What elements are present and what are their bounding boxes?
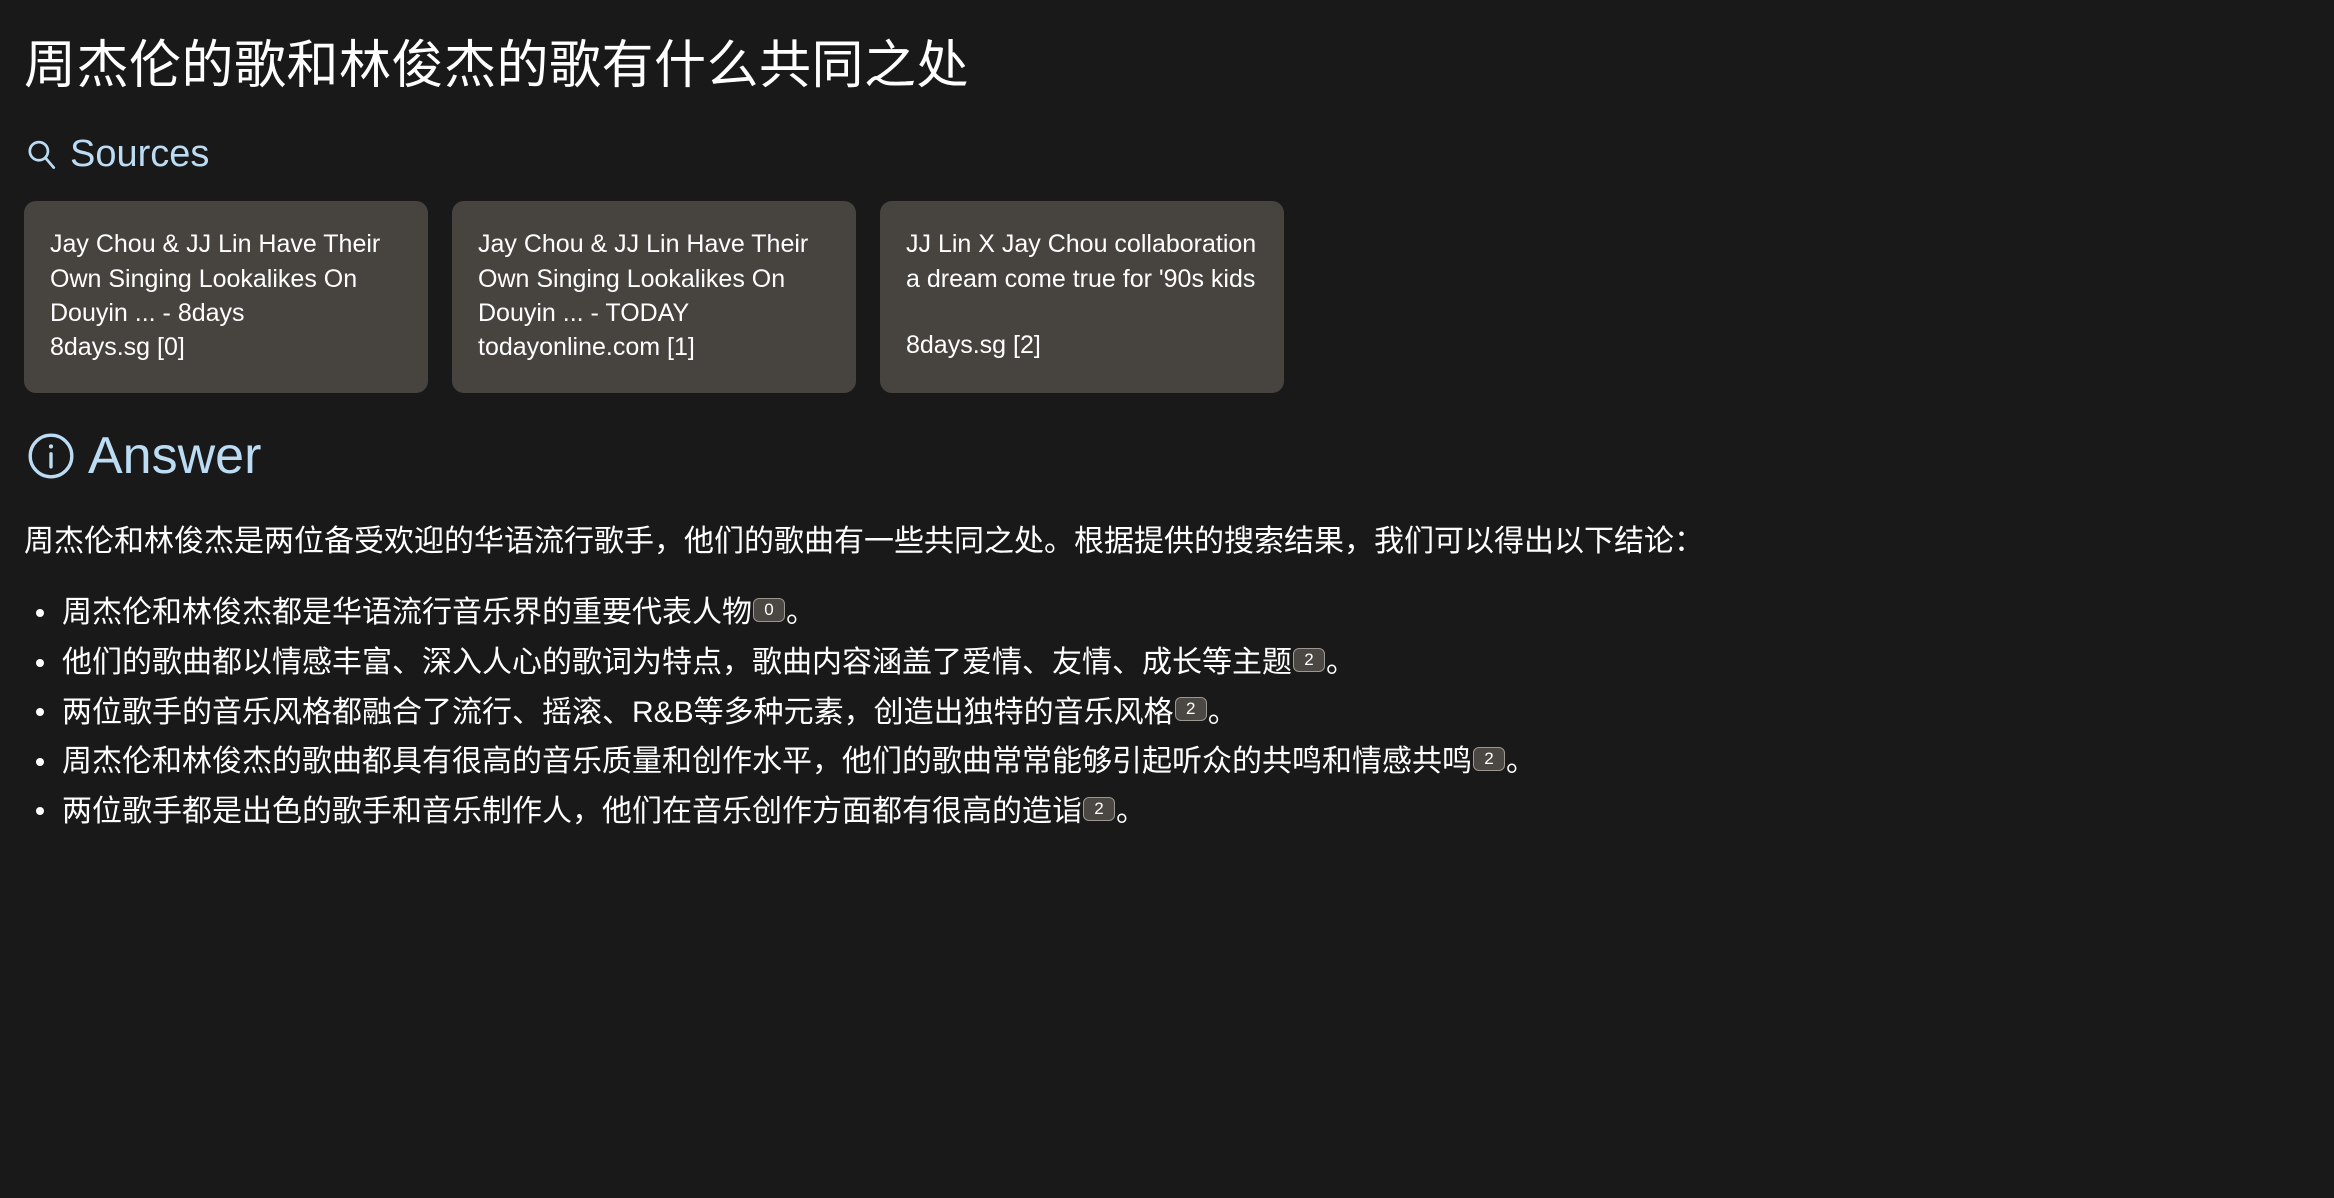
info-circle-icon [24, 429, 78, 483]
bullet-text: 周杰伦和林俊杰的歌曲都具有很高的音乐质量和创作水平，他们的歌曲常常能够引起听众的… [62, 745, 1472, 779]
source-card-meta: 8days.sg [2] [906, 330, 1041, 359]
sources-section-label: Sources [70, 133, 210, 176]
citation-badge[interactable]: 2 [1174, 697, 1207, 722]
answer-bullet-item: 周杰伦和林俊杰的歌曲都具有很高的音乐质量和创作水平，他们的歌曲常常能够引起听众的… [24, 739, 2310, 785]
source-card-meta: 8days.sg [0] [50, 332, 185, 361]
sources-section-header: Sources [24, 135, 2310, 173]
citation-badge[interactable]: 2 [1473, 747, 1505, 772]
source-card[interactable]: Jay Chou & JJ Lin Have Their Own Singing… [24, 201, 428, 394]
page-title: 周杰伦的歌和林俊杰的歌有什么共同之处 [24, 37, 970, 95]
answer-section-header: Answer [24, 429, 2310, 483]
answer-intro-paragraph: 周杰伦和林俊杰是两位备受欢迎的华语流行歌手，他们的歌曲有一些共同之处。根据提供的… [24, 525, 1704, 559]
bullet-text-tail: 。 [1116, 794, 1146, 828]
bullet-text: 周杰伦和林俊杰都是华语流行音乐界的重要代表人物 [62, 596, 752, 630]
sources-card-list: Jay Chou & JJ Lin Have Their Own Singing… [24, 201, 2310, 394]
answer-bullet-item: 两位歌手都是出色的歌手和音乐制作人，他们在音乐创作方面都有很高的造诣 2。 [24, 789, 2310, 835]
bullet-text-tail: 。 [1506, 745, 1536, 779]
bullet-dot-icon [36, 608, 44, 617]
bullet-dot-icon [36, 807, 44, 816]
source-card[interactable]: Jay Chou & JJ Lin Have Their Own Singing… [452, 201, 856, 394]
citation-badge[interactable]: 2 [1083, 796, 1115, 821]
source-card-title: Jay Chou & JJ Lin Have Their Own Singing… [50, 230, 381, 328]
bullet-dot-icon [36, 757, 44, 766]
source-card-meta: todayonline.com [1] [478, 332, 695, 361]
answer-page: 周杰伦的歌和林俊杰的歌有什么共同之处 Sources Jay Chou & JJ… [0, 0, 2334, 1198]
answer-bullet-list: 周杰伦和林俊杰都是华语流行音乐界的重要代表人物 0。 他们的歌曲都以情感丰富、深入… [24, 590, 2310, 834]
bullet-dot-icon [36, 708, 44, 717]
source-card-title: JJ Lin X Jay Chou collaboration a dream … [906, 230, 1257, 293]
bullet-text: 他们的歌曲都以情感丰富、深入人心的歌词为特点，歌曲内容涵盖了爱情、友情、成长等主… [62, 645, 1292, 679]
bullet-text: 两位歌手都是出色的歌手和音乐制作人，他们在音乐创作方面都有很高的造诣 [62, 794, 1082, 828]
citation-badge[interactable]: 2 [1293, 647, 1325, 672]
answer-bullet-item: 周杰伦和林俊杰都是华语流行音乐界的重要代表人物 0。 [24, 590, 2310, 636]
bullet-text-tail: 。 [786, 596, 816, 630]
citation-badge[interactable]: 0 [753, 598, 785, 623]
source-card[interactable]: JJ Lin X Jay Chou collaboration a dream … [880, 201, 1284, 394]
search-icon [24, 137, 58, 171]
answer-bullet-item: 两位歌手的音乐风格都融合了流行、摇滚、R&B等多种元素，创造出独特的音乐风格 2。 [24, 690, 2310, 736]
bullet-text-tail: 。 [1326, 645, 1356, 679]
answer-bullet-item: 他们的歌曲都以情感丰富、深入人心的歌词为特点，歌曲内容涵盖了爱情、友情、成长等主… [24, 640, 2310, 686]
source-card-title: Jay Chou & JJ Lin Have Their Own Singing… [478, 230, 809, 328]
bullet-dot-icon [36, 658, 44, 667]
bullet-text-tail: 。 [1207, 695, 1238, 729]
answer-section-label: Answer [88, 427, 262, 486]
bullet-text: 两位歌手的音乐风格都融合了流行、摇滚、R&B等多种元素，创造出独特的音乐风格 [62, 695, 1174, 729]
